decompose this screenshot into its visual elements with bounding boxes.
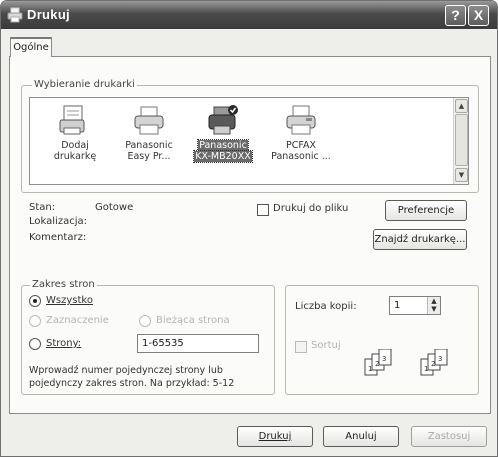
pages-radio[interactable] [29, 338, 41, 350]
printer-label-line2: KX-MB20XX [193, 150, 253, 163]
current-page-label[interactable]: Bieżąca strona [156, 315, 230, 326]
printer-item-kx-mb20xx[interactable]: Panasonic KX-MB20XX [192, 104, 254, 163]
print-button-label: Drukuj [258, 431, 292, 442]
fax-printer-icon [286, 105, 316, 135]
scroll-down-arrow-icon[interactable]: ▼ [455, 168, 468, 182]
print-to-file-checkbox[interactable] [257, 204, 269, 216]
window-title: Drukuj [27, 7, 70, 22]
page-range-help-line2: pojedynczy zakres stron. Na przykład: 5-… [29, 378, 235, 389]
scroll-thumb[interactable] [455, 114, 468, 166]
collate-checkbox[interactable] [295, 341, 307, 353]
print-to-file-label[interactable]: Drukuj do pliku [273, 203, 348, 214]
copies-count-value: 1 [394, 300, 401, 311]
all-pages-label[interactable]: Wszystko [46, 295, 93, 306]
printer-label-line1: Panasonic [197, 139, 249, 152]
printer-list[interactable]: Dodaj drukarkę Panasonic Easy Pr... Pana… [29, 97, 469, 185]
tab-general[interactable]: Ogólne [10, 37, 52, 57]
printer-label-line1: Dodaj [61, 140, 89, 151]
printer-list-scrollbar[interactable]: ▲ ▼ [453, 98, 468, 184]
page-range-help-line1: Wprowadź numer pojedynczej strony lub [29, 365, 223, 376]
printer-item-pcfax[interactable]: PCFAX Panasonic ... [270, 104, 332, 162]
page-range-legend: Zakres stron [30, 279, 97, 290]
printer-label-line2: Panasonic ... [271, 151, 331, 162]
copies-spin-arrows-icon[interactable]: ▲ ▼ [427, 297, 440, 314]
print-dialog: Drukuj ? X Ogólne Wybieranie drukarki Do… [0, 0, 498, 457]
printer-item-easy-print[interactable]: Panasonic Easy Pr... [118, 104, 180, 162]
add-printer-icon [59, 105, 85, 135]
all-pages-radio[interactable] [29, 295, 41, 307]
print-button[interactable]: Drukuj [237, 426, 313, 447]
printer-label-line2: drukarkę [53, 151, 97, 162]
printer-label-line1: PCFAX [286, 140, 316, 151]
status-value: Gotowe [95, 202, 134, 213]
default-printer-icon [208, 105, 238, 135]
copies-count-label: Liczba kopii: [295, 301, 357, 312]
printer-icon [7, 7, 23, 23]
apply-button[interactable]: Zastosuj [411, 426, 487, 447]
status-label: Stan: [29, 202, 56, 213]
location-label: Lokalizacja: [29, 216, 87, 227]
pages-label[interactable]: Strony: [46, 338, 81, 349]
printer-item-add[interactable]: Dodaj drukarkę [44, 104, 106, 162]
selection-radio[interactable] [29, 315, 41, 327]
collate-label[interactable]: Sortuj [311, 340, 341, 351]
printer-selection-legend: Wybieranie drukarki [32, 79, 137, 90]
svg-text:3: 3 [382, 355, 386, 363]
svg-text:3: 3 [438, 355, 442, 363]
scroll-up-arrow-icon[interactable]: ▲ [455, 99, 468, 113]
close-button[interactable]: X [468, 5, 489, 26]
find-printer-button[interactable]: Znajdź drukarkę... [373, 229, 467, 250]
comment-label: Komentarz: [29, 232, 87, 243]
copies-count-stepper[interactable]: 1 ▲ ▼ [389, 296, 441, 315]
collate-pages-icon: 1 2 3 1 2 3 [364, 349, 448, 376]
printer-label-line1: Panasonic [125, 140, 173, 151]
pages-input[interactable]: 1-65535 [137, 334, 259, 353]
preferences-button[interactable]: Preferencje [385, 200, 467, 221]
printer-label-line2: Easy Pr... [127, 151, 171, 162]
printer-icon [134, 106, 164, 135]
title-bar[interactable]: Drukuj ? X [1, 1, 497, 29]
cancel-button[interactable]: Anuluj [323, 426, 399, 447]
selection-label[interactable]: Zaznaczenie [46, 315, 109, 326]
help-button[interactable]: ? [445, 5, 466, 26]
current-page-radio[interactable] [139, 315, 151, 327]
